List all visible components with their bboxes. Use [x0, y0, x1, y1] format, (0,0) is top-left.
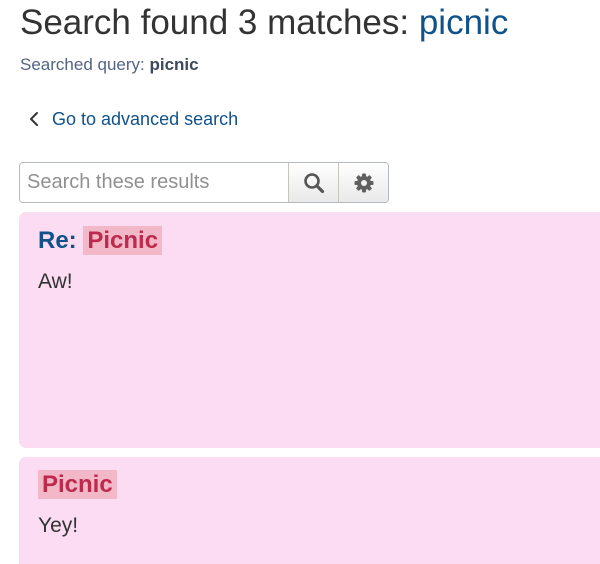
search-within-results: [19, 162, 389, 203]
page-title-prefix: Search found 3 matches:: [20, 3, 419, 42]
post-title[interactable]: Re: Picnic: [38, 212, 600, 256]
search-result-post: Re: Picnic Aw!: [19, 212, 600, 448]
search-button[interactable]: [288, 163, 338, 202]
post-title-prefix: Re:: [38, 227, 84, 254]
search-result-post: Picnic Yey!: [19, 457, 600, 564]
page-title-query-link[interactable]: picnic: [419, 3, 508, 42]
searched-query-line: Searched query: picnic: [20, 55, 199, 75]
advanced-search-label: Go to advanced search: [52, 109, 239, 129]
highlighted-match: Picnic: [83, 226, 163, 255]
search-results-page: Search found 3 matches: picnic Searched …: [0, 0, 600, 564]
advanced-search-link[interactable]: Go to advanced search: [27, 108, 238, 130]
page-title: Search found 3 matches: picnic: [20, 2, 508, 44]
highlighted-match: Picnic: [38, 470, 117, 499]
search-input[interactable]: [20, 163, 288, 202]
post-content: Yey!: [38, 514, 79, 537]
post-title[interactable]: Picnic: [38, 457, 600, 500]
searched-query-value: picnic: [149, 55, 199, 74]
gear-icon: [353, 172, 375, 194]
advanced-search-button[interactable]: [338, 163, 388, 202]
search-icon: [303, 172, 325, 194]
searched-query-label: Searched query:: [20, 55, 150, 74]
chevron-left-icon: [27, 108, 41, 130]
post-content: Aw!: [38, 270, 73, 293]
